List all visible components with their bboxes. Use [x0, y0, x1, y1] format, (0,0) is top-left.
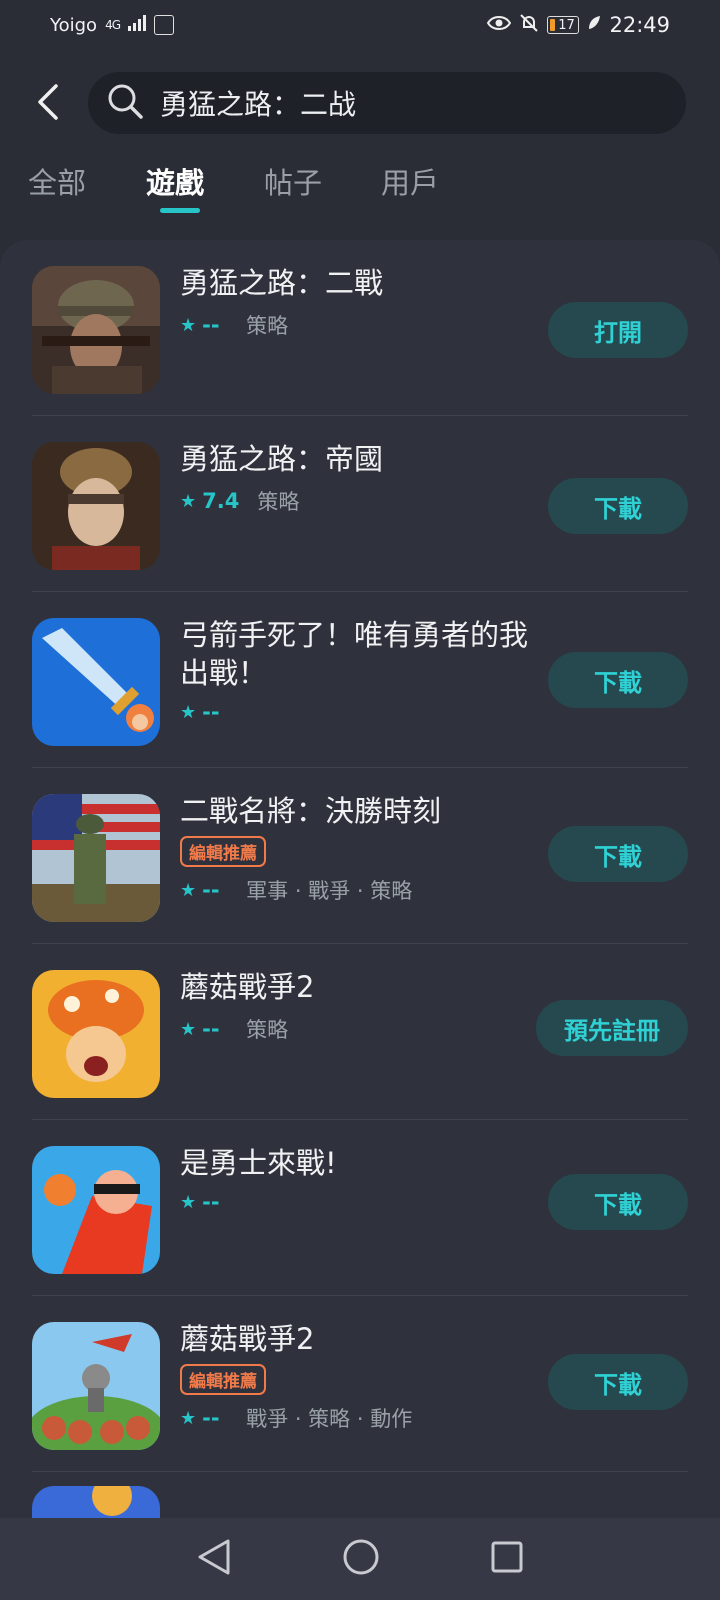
search-input[interactable] — [158, 85, 632, 121]
nav-home-icon[interactable] — [342, 1538, 380, 1580]
game-meta: ★ -- — [180, 700, 540, 724]
game-genres: 策略 — [257, 490, 300, 514]
star-icon: ★ — [180, 701, 197, 723]
game-title: 勇猛之路：二戰 — [180, 266, 384, 300]
game-title: 蘑菇戰爭2 — [180, 970, 315, 1004]
list-item[interactable]: 蘑菇戰爭2 ★ -- 策略 預先註冊 — [32, 944, 688, 1120]
search-header — [0, 70, 720, 136]
star-icon: ★ — [180, 1018, 197, 1040]
filter-tabs: 全部 遊戲 帖子 用戶 — [0, 160, 720, 220]
game-icon — [32, 970, 160, 1098]
game-rating: 7.4 — [202, 489, 240, 513]
game-genres: 策略 — [246, 1018, 289, 1042]
star-icon: ★ — [180, 490, 197, 512]
game-title: 弓箭手死了！唯有勇者的我出戰！ — [180, 618, 529, 690]
system-nav-bar — [0, 1518, 720, 1600]
nav-back-icon[interactable] — [196, 1537, 232, 1581]
list-item[interactable] — [32, 1472, 688, 1518]
signal-indicator: 4G — [105, 18, 121, 32]
game-meta: ★ -- 戰爭 · 策略 · 動作 — [180, 1403, 540, 1433]
game-icon — [32, 794, 160, 922]
list-item[interactable]: 蘑菇戰爭2 編輯推薦 ★ -- 戰爭 · 策略 · 動作 下載 — [32, 1296, 688, 1472]
game-rating: -- — [202, 1190, 220, 1214]
star-icon: ★ — [180, 1191, 197, 1213]
active-tab-indicator — [160, 208, 200, 213]
search-icon — [106, 82, 144, 124]
list-item[interactable]: 勇猛之路：二戰 ★ -- 策略 打開 — [32, 240, 688, 416]
star-icon: ★ — [180, 879, 197, 901]
game-title: 是勇士來戰! — [180, 1146, 337, 1180]
list-item[interactable]: 二戰名將：決勝時刻 編輯推薦 ★ -- 軍事 · 戰爭 · 策略 下載 — [32, 768, 688, 944]
game-meta: ★ 7.4 策略 — [180, 486, 540, 516]
leaf-icon — [587, 15, 601, 36]
download-button[interactable]: 下載 — [548, 478, 688, 534]
mute-bell-icon — [519, 13, 539, 38]
game-icon — [32, 442, 160, 570]
notification-icon — [154, 15, 174, 35]
tab-users[interactable]: 用戶 — [381, 160, 439, 202]
game-rating: -- — [202, 1406, 220, 1430]
tab-posts[interactable]: 帖子 — [264, 160, 322, 202]
list-item[interactable]: 是勇士來戰! ★ -- 下載 — [32, 1120, 688, 1296]
eye-icon — [487, 15, 512, 36]
game-title: 蘑菇戰爭2 — [180, 1322, 315, 1356]
status-bar: Yoigo 4G 17 22:49 — [0, 0, 720, 50]
carrier-name: Yoigo — [50, 14, 98, 36]
download-button[interactable]: 下載 — [548, 826, 688, 882]
clock: 22:49 — [609, 13, 670, 37]
download-button[interactable]: 下載 — [548, 1354, 688, 1410]
star-icon: ★ — [180, 314, 197, 336]
game-title: 二戰名將：決勝時刻 — [180, 794, 442, 828]
editor-pick-badge: 編輯推薦 — [180, 1364, 266, 1395]
search-bar[interactable] — [88, 72, 686, 134]
list-item[interactable]: 勇猛之路：帝國 ★ 7.4 策略 下載 — [32, 416, 688, 592]
open-button[interactable]: 打開 — [548, 302, 688, 358]
results-list: 勇猛之路：二戰 ★ -- 策略 打開 勇猛之路：帝國 ★ 7.4 策略 下載 弓… — [0, 240, 720, 1518]
game-meta: ★ -- — [180, 1190, 540, 1214]
pre-register-button[interactable]: 預先註冊 — [536, 1000, 688, 1056]
star-icon: ★ — [180, 1407, 197, 1429]
battery-indicator: 17 — [547, 16, 580, 34]
nav-recents-icon[interactable] — [490, 1540, 524, 1578]
game-genres: 軍事 · 戰爭 · 策略 — [246, 879, 413, 903]
game-rating: -- — [202, 700, 220, 724]
game-meta: ★ -- 策略 — [180, 1014, 540, 1044]
back-arrow-icon[interactable] — [30, 80, 66, 124]
download-button[interactable]: 下載 — [548, 1174, 688, 1230]
download-button[interactable]: 下載 — [548, 652, 688, 708]
tab-games[interactable]: 遊戲 — [146, 160, 204, 202]
game-icon — [32, 1486, 160, 1518]
game-meta: ★ -- 軍事 · 戰爭 · 策略 — [180, 875, 540, 905]
signal-bars-icon — [128, 14, 146, 36]
game-icon — [32, 618, 160, 746]
list-item[interactable]: 弓箭手死了！唯有勇者的我出戰！ ★ -- 下載 — [32, 592, 688, 768]
game-rating: -- — [202, 878, 220, 902]
game-rating: -- — [202, 1017, 220, 1041]
game-meta: ★ -- 策略 — [180, 310, 540, 340]
editor-pick-badge: 編輯推薦 — [180, 836, 266, 867]
game-rating: -- — [202, 313, 220, 337]
game-title: 勇猛之路：帝國 — [180, 442, 384, 476]
game-genres: 策略 — [246, 314, 289, 338]
game-genres: 戰爭 · 策略 · 動作 — [246, 1407, 413, 1431]
game-icon — [32, 1322, 160, 1450]
game-icon — [32, 1146, 160, 1274]
game-icon — [32, 266, 160, 394]
tab-all[interactable]: 全部 — [28, 160, 86, 202]
